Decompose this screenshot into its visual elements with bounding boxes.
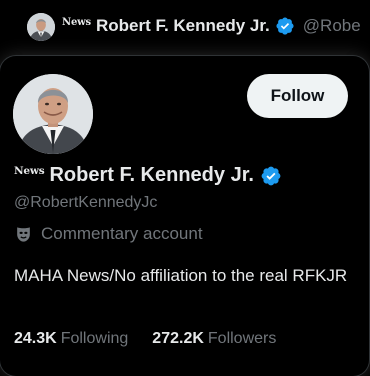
following-label: Following xyxy=(60,330,129,347)
following-count: 24.3K xyxy=(14,330,57,347)
follow-button[interactable]: Follow xyxy=(247,74,348,118)
account-label-row: Commentary account xyxy=(14,224,203,244)
news-tag: News xyxy=(62,16,91,28)
profile-hover-card: Follow News Robert F. Kennedy Jr. @Rober… xyxy=(0,56,369,376)
verified-badge-icon[interactable] xyxy=(260,165,282,187)
followers-count: 272.2K xyxy=(152,330,204,347)
verified-badge-icon xyxy=(275,16,295,36)
background-tweet-header: News Robert F. Kennedy Jr. @Robe xyxy=(0,0,370,56)
following-stat[interactable]: 24.3K Following xyxy=(14,330,128,348)
display-name[interactable]: Robert F. Kennedy Jr. xyxy=(49,164,254,187)
handle[interactable]: @Robe xyxy=(303,16,361,36)
bio: MAHA News/No affiliation to the real RFK… xyxy=(14,266,348,285)
followers-stat[interactable]: 272.2K Followers xyxy=(152,330,276,348)
handle[interactable]: @RobertKennedyJc xyxy=(14,194,157,212)
avatar[interactable] xyxy=(27,13,55,41)
background-tweet-name-row[interactable]: News Robert F. Kennedy Jr. @Robe xyxy=(62,16,361,36)
name-row: News Robert F. Kennedy Jr. xyxy=(14,164,282,187)
avatar[interactable] xyxy=(13,74,93,154)
theater-mask-icon xyxy=(14,225,33,244)
profile-photo-icon xyxy=(13,74,93,154)
display-name[interactable]: Robert F. Kennedy Jr. xyxy=(96,16,270,36)
follow-stats: 24.3K Following 272.2K Followers xyxy=(14,330,276,348)
account-label: Commentary account xyxy=(41,224,203,243)
news-tag: News xyxy=(14,164,45,177)
followers-label: Followers xyxy=(207,330,277,347)
profile-photo-icon xyxy=(27,13,55,41)
